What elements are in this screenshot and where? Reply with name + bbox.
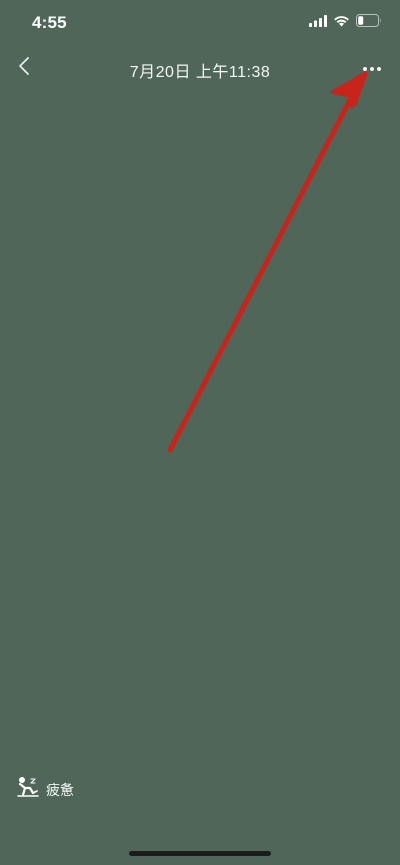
ellipsis-icon xyxy=(362,59,382,77)
mood-label: 疲惫 xyxy=(46,781,74,798)
signal-icon xyxy=(309,14,327,27)
tired-person-icon xyxy=(16,776,40,803)
status-icons xyxy=(309,14,382,27)
battery-icon xyxy=(356,14,382,27)
nav-bar: 7月20日 上午11:38 xyxy=(0,50,400,86)
status-bar: 4:55 xyxy=(0,0,400,44)
red-arrow-annotation xyxy=(167,71,368,453)
status-time: 4:55 xyxy=(32,13,67,32)
more-button[interactable] xyxy=(360,58,384,78)
page-title: 7月20日 上午11:38 xyxy=(129,64,271,81)
mood-tag[interactable]: 疲惫 xyxy=(16,776,74,803)
wifi-icon xyxy=(333,15,350,27)
home-indicator[interactable] xyxy=(129,851,271,856)
